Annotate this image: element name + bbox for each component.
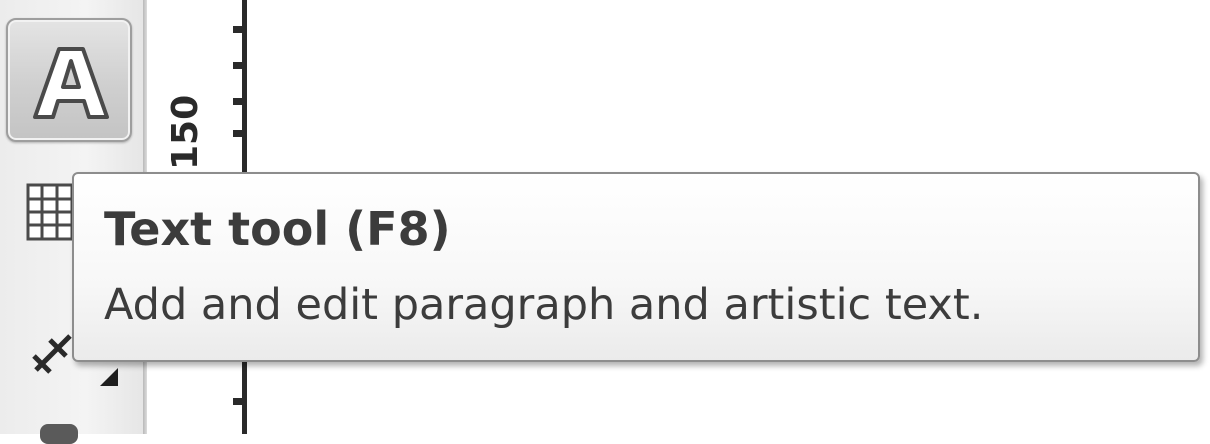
tooltip: Text tool (F8) Add and edit paragraph an… — [72, 172, 1200, 362]
partial-tool-icon[interactable] — [40, 424, 78, 444]
text-tool-button[interactable] — [6, 18, 132, 142]
table-icon[interactable] — [26, 183, 74, 241]
ruler-tick — [233, 398, 242, 405]
tooltip-description: Add and edit paragraph and artistic text… — [104, 280, 984, 330]
ruler-tick — [233, 62, 242, 69]
text-a-icon — [33, 47, 109, 119]
ruler-label: 150 — [165, 94, 206, 170]
flyout-arrow-icon[interactable] — [100, 368, 118, 386]
ruler-tick — [233, 26, 242, 33]
tooltip-title: Text tool (F8) — [104, 202, 451, 256]
